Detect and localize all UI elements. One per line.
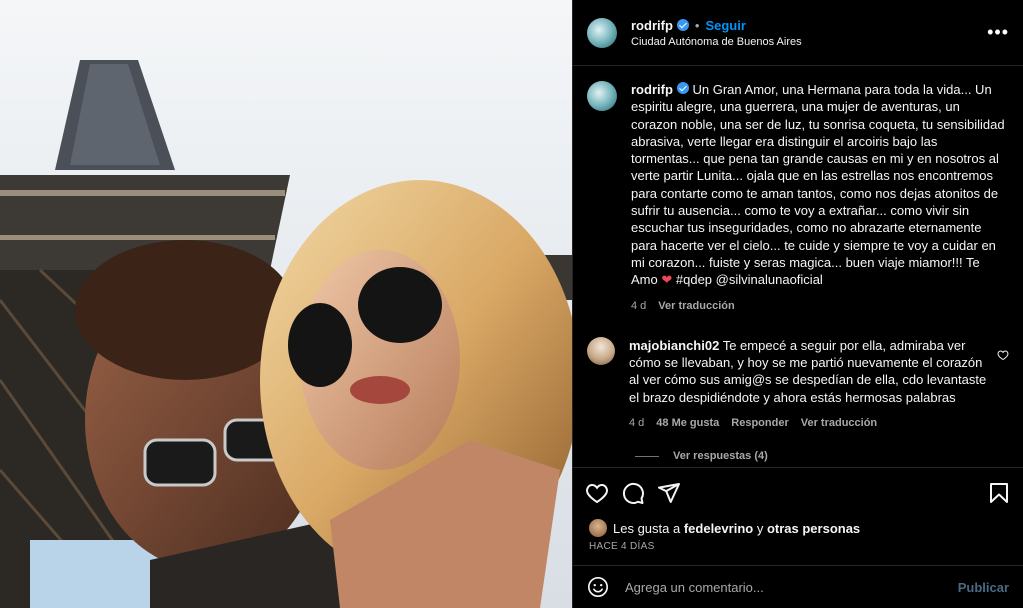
caption-mention[interactable]: @silvinalunaoficial xyxy=(716,272,823,287)
like-comment-heart-icon[interactable] xyxy=(997,349,1009,361)
reply-button[interactable]: Responder xyxy=(731,415,788,432)
post-photo[interactable] xyxy=(0,0,572,608)
caption-text: Un Gran Amor, una Hermana para toda la v… xyxy=(631,82,1005,288)
view-replies-label: Ver respuestas (4) xyxy=(673,450,768,463)
more-options-icon[interactable]: ••• xyxy=(987,22,1009,43)
post-modal: rodrifp • Seguir Ciudad Autónoma de Buen… xyxy=(0,0,1023,608)
likes-summary: Les gusta a fedelevrino y otras personas xyxy=(589,519,860,537)
replies-divider xyxy=(635,455,659,457)
post-timestamp[interactable]: HACE 4 DÍAS xyxy=(589,541,655,552)
author-avatar[interactable] xyxy=(587,17,617,48)
comments-scroll-area[interactable]: rodrifp Un Gran Amor, una Hermana para t… xyxy=(573,67,1023,466)
commenter-avatar[interactable] xyxy=(587,336,615,365)
caption-avatar[interactable] xyxy=(587,81,617,111)
emoji-smiley-icon[interactable] xyxy=(587,576,609,598)
photo-illustration xyxy=(0,0,572,608)
caption-hashtag[interactable]: #qdep xyxy=(676,272,712,287)
follow-button[interactable]: Seguir xyxy=(705,18,745,33)
share-paper-plane-icon[interactable] xyxy=(657,481,681,505)
red-heart-emoji: ❤ xyxy=(661,272,673,288)
comment-likes[interactable]: 48 Me gusta xyxy=(656,415,719,432)
add-comment-bar: Publicar xyxy=(573,565,1023,608)
post-header: rodrifp • Seguir Ciudad Autónoma de Buen… xyxy=(573,0,1023,66)
liker-username[interactable]: fedelevrino xyxy=(684,521,753,536)
author-username[interactable]: rodrifp xyxy=(631,18,673,33)
comment-translate-link[interactable]: Ver traducción xyxy=(801,415,877,432)
comment-bubble-icon[interactable] xyxy=(621,481,645,505)
caption-time: 4 d xyxy=(631,299,647,312)
comment-input[interactable] xyxy=(623,578,958,596)
verified-badge-icon xyxy=(676,19,689,31)
comment-time: 4 d xyxy=(629,417,645,430)
action-bar xyxy=(573,467,1023,517)
caption-translate-link[interactable]: Ver traducción xyxy=(658,298,734,315)
verified-badge-icon xyxy=(676,82,689,94)
post-location[interactable]: Ciudad Autónoma de Buenos Aires xyxy=(631,36,987,48)
commenter-username[interactable]: majobianchi02 xyxy=(629,338,719,353)
caption-username[interactable]: rodrifp xyxy=(631,82,673,97)
like-heart-icon[interactable] xyxy=(585,481,609,505)
caption: rodrifp Un Gran Amor, una Hermana para t… xyxy=(587,81,1009,315)
likes-connector: y xyxy=(756,520,764,536)
publish-button[interactable]: Publicar xyxy=(958,580,1009,595)
likes-prefix: Les gusta a xyxy=(613,520,681,536)
separator-dot: • xyxy=(694,17,700,33)
comment-item: majobianchi02 Te empecé a seguir por ell… xyxy=(587,336,1009,432)
view-replies-button[interactable]: Ver respuestas (4) xyxy=(635,450,1009,462)
post-side-panel: rodrifp • Seguir Ciudad Autónoma de Buen… xyxy=(572,0,1023,608)
liker-avatar[interactable] xyxy=(589,519,607,537)
likes-others-link[interactable]: otras personas xyxy=(767,521,860,536)
save-bookmark-icon[interactable] xyxy=(987,481,1011,505)
